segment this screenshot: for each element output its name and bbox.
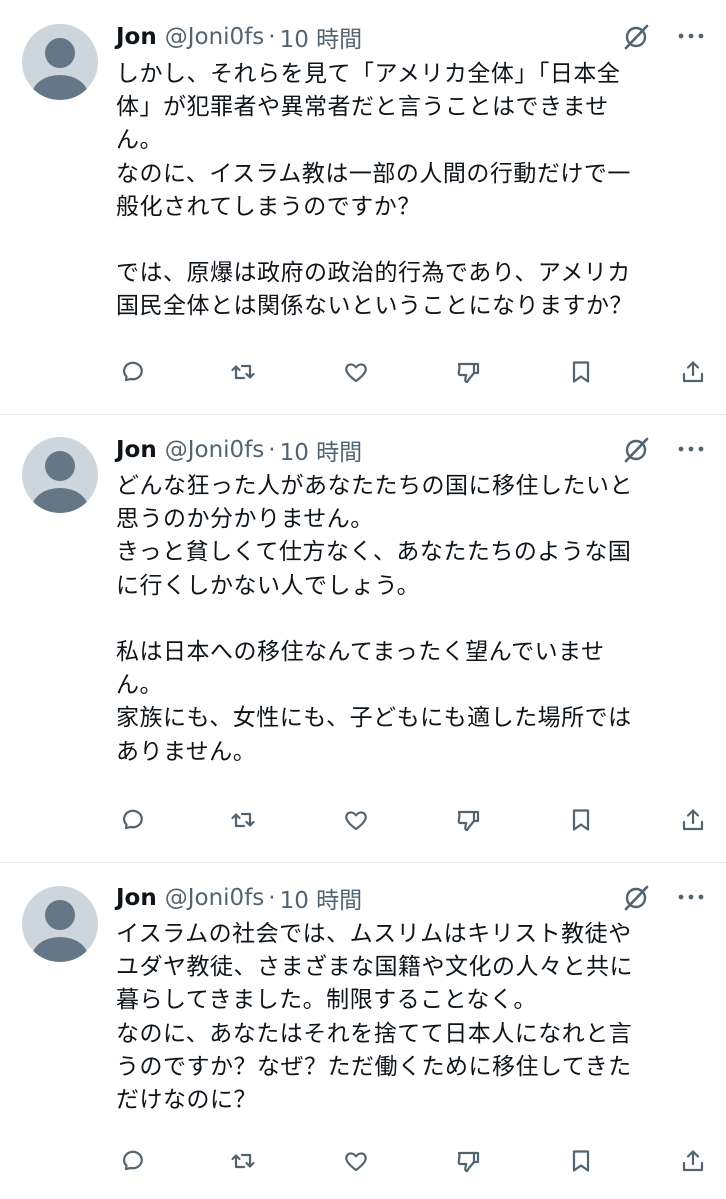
timestamp[interactable]: 10 時間	[280, 20, 363, 54]
share-icon[interactable]	[678, 357, 708, 387]
like-icon[interactable]	[341, 357, 371, 387]
timeline: Jon @Joni0fs · 10 時間 しかし、それらを見て「アメリカ全体」「…	[0, 0, 726, 1199]
reply-icon[interactable]	[116, 1146, 146, 1176]
tweet-text: イスラムの社会では、ムスリムはキリスト教徒や ユダヤ教徒、さまざまな国籍や文化の…	[116, 921, 633, 1114]
avatar[interactable]	[22, 437, 98, 513]
grok-icon[interactable]	[622, 884, 650, 912]
tweet-text: どんな狂った人があなたたちの国に移住したいと 思うのか分かりません。 きっと貧し…	[116, 473, 633, 765]
action-bar	[116, 805, 708, 835]
avatar-body	[32, 488, 88, 513]
share-icon[interactable]	[678, 805, 708, 835]
tweet[interactable]: Jon @Joni0fs · 10 時間 イスラムの社会では、ムスリムはキリスト…	[0, 863, 726, 1199]
share-icon[interactable]	[678, 1146, 708, 1176]
grok-icon[interactable]	[622, 436, 650, 464]
avatar-head	[45, 900, 75, 930]
avatar[interactable]	[22, 24, 98, 100]
avatar-head	[45, 38, 75, 68]
author-handle[interactable]: @Joni0fs	[165, 24, 265, 50]
avatar-body	[32, 75, 88, 100]
tweet[interactable]: Jon @Joni0fs · 10 時間 しかし、それらを見て「アメリカ全体」「…	[0, 0, 726, 415]
repost-icon[interactable]	[228, 805, 258, 835]
downvote-icon[interactable]	[453, 357, 483, 387]
separator: ·	[268, 24, 276, 50]
author-handle[interactable]: @Joni0fs	[165, 437, 265, 463]
downvote-icon[interactable]	[453, 805, 483, 835]
avatar[interactable]	[22, 886, 98, 962]
more-icon[interactable]	[676, 21, 706, 51]
author-handle[interactable]: @Joni0fs	[165, 885, 265, 911]
repost-icon[interactable]	[228, 357, 258, 387]
tweet-text: しかし、それらを見て「アメリカ全体」「日本全 体」が犯罪者や異常者だと言うことは…	[116, 61, 633, 320]
repost-icon[interactable]	[228, 1146, 258, 1176]
author-name[interactable]: Jon	[116, 24, 157, 50]
tweet-header: Jon @Joni0fs · 10 時間	[116, 432, 706, 468]
author-name[interactable]: Jon	[116, 885, 157, 911]
like-icon[interactable]	[341, 805, 371, 835]
grok-icon[interactable]	[622, 23, 650, 51]
separator: ·	[268, 437, 276, 463]
bookmark-icon[interactable]	[566, 1146, 596, 1176]
more-icon[interactable]	[676, 434, 706, 464]
downvote-icon[interactable]	[453, 1146, 483, 1176]
avatar-head	[45, 451, 75, 481]
action-bar	[116, 1146, 708, 1176]
tweet[interactable]: Jon @Joni0fs · 10 時間 どんな狂った人があなたたちの国に移住し…	[0, 415, 726, 863]
reply-icon[interactable]	[116, 357, 146, 387]
reply-icon[interactable]	[116, 805, 146, 835]
avatar-body	[32, 937, 88, 962]
like-icon[interactable]	[341, 1146, 371, 1176]
tweet-header: Jon @Joni0fs · 10 時間	[116, 880, 706, 916]
more-icon[interactable]	[676, 882, 706, 912]
timestamp[interactable]: 10 時間	[280, 433, 363, 467]
action-bar	[116, 357, 708, 387]
tweet-header: Jon @Joni0fs · 10 時間	[116, 19, 706, 55]
bookmark-icon[interactable]	[566, 805, 596, 835]
timestamp[interactable]: 10 時間	[280, 881, 363, 915]
separator: ·	[268, 885, 276, 911]
author-name[interactable]: Jon	[116, 437, 157, 463]
bookmark-icon[interactable]	[566, 357, 596, 387]
